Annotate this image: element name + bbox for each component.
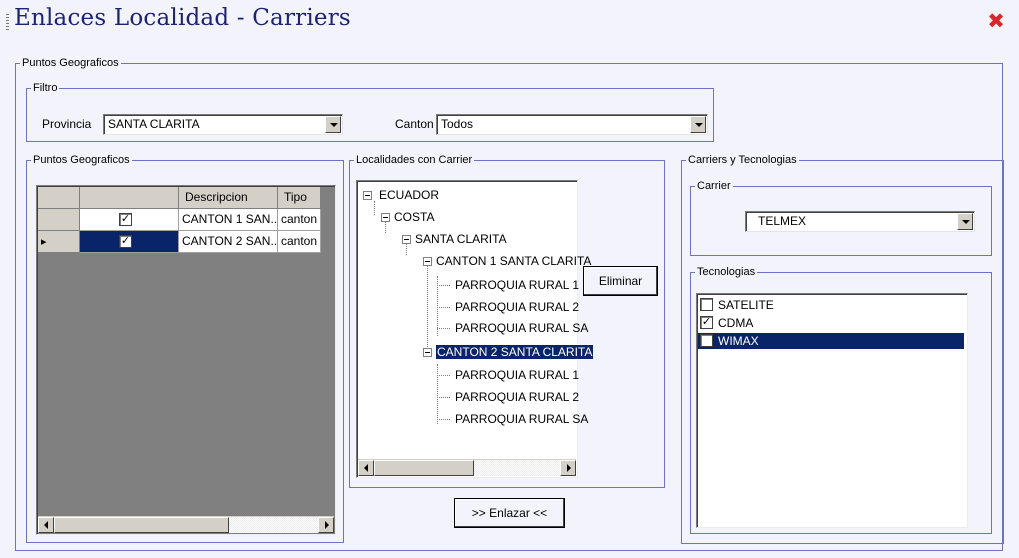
collapse-icon[interactable] xyxy=(381,213,390,222)
tech-name: WIMAX xyxy=(718,334,759,348)
collapse-icon[interactable] xyxy=(423,348,432,357)
row-check-cell[interactable]: ✓ xyxy=(80,209,179,231)
carriers-tech-legend: Carriers y Tecnologias xyxy=(688,154,797,166)
collapse-icon[interactable] xyxy=(363,191,372,200)
geo-points-grid[interactable]: Descripcion Tipo ✓ CANTON 1 SAN... canto… xyxy=(36,185,336,535)
chevron-down-icon[interactable] xyxy=(957,213,973,230)
tree-node-parroquia[interactable]: PARROQUIA RURAL 2 xyxy=(455,298,579,316)
tree-line xyxy=(427,263,428,349)
geo-points-outer-legend: Puntos Geograficos xyxy=(22,57,119,69)
eliminar-button[interactable]: Eliminar xyxy=(583,266,658,296)
provincia-label: Provincia xyxy=(42,117,92,131)
provincia-select-value: SANTA CLARITA xyxy=(108,117,200,131)
list-item[interactable]: ✓ WIMAX xyxy=(698,333,964,349)
row-descripcion[interactable]: CANTON 1 SAN... xyxy=(179,209,278,231)
provincia-select[interactable]: SANTA CLARITA xyxy=(103,114,343,135)
tech-name: CDMA xyxy=(718,316,754,330)
tree-node-canton-1[interactable]: CANTON 1 SANTA CLARITA xyxy=(436,252,591,270)
grid-header-tipo[interactable]: Tipo xyxy=(278,187,321,209)
tree-node-canton-2[interactable]: CANTON 2 SANTA CLARITA xyxy=(434,343,595,361)
collapse-icon[interactable] xyxy=(402,235,411,244)
list-item[interactable]: ✓ CDMA xyxy=(700,315,964,331)
tree-node-parroquia[interactable]: PARROQUIA RURAL 1 xyxy=(455,276,579,294)
scroll-right-icon[interactable] xyxy=(560,460,576,476)
carrier-select[interactable]: TELMEX xyxy=(745,211,975,232)
tech-checkbox[interactable]: ✓ xyxy=(700,334,713,347)
tech-checkbox[interactable]: ✓ xyxy=(700,316,713,329)
tree-node-parroquia[interactable]: PARROQUIA RURAL SA xyxy=(455,319,588,337)
scroll-left-icon[interactable] xyxy=(358,460,374,476)
scroll-thumb[interactable] xyxy=(374,460,474,476)
tree-line xyxy=(437,397,450,398)
technologies-list[interactable]: SATELITE ✓ CDMA ✓ WIMAX xyxy=(696,293,968,528)
tree-line xyxy=(437,328,450,329)
localities-tree[interactable]: ECUADOR COSTA SANTA CLARITA CANTON 1 SAN… xyxy=(356,180,595,478)
row-descripcion[interactable]: CANTON 2 SAN... xyxy=(179,231,278,253)
tree-node-santa-clarita[interactable]: SANTA CLARITA xyxy=(415,230,507,248)
tree-line xyxy=(437,375,450,376)
canton-select[interactable]: Todos xyxy=(436,114,708,135)
grip-handle-icon xyxy=(6,14,9,30)
tree-node-parroquia[interactable]: PARROQUIA RURAL 2 xyxy=(455,388,579,406)
window-title: Enlaces Localidad - Carriers xyxy=(14,5,351,31)
row-check-cell[interactable]: ✓ xyxy=(80,231,179,253)
grid-header-check[interactable] xyxy=(80,187,179,209)
grid-corner-header xyxy=(38,187,80,209)
row-tipo[interactable]: canton xyxy=(278,209,321,231)
tree-line xyxy=(437,285,450,286)
row-header[interactable] xyxy=(38,209,80,231)
carrier-legend: Carrier xyxy=(697,180,731,192)
chevron-down-icon[interactable] xyxy=(325,116,341,133)
geo-points-legend: Puntos Geograficos xyxy=(33,154,130,166)
close-icon[interactable]: ✖ xyxy=(985,11,1007,33)
row-checkbox[interactable]: ✓ xyxy=(119,235,132,248)
carrier-select-value: TELMEX xyxy=(758,214,807,228)
window-content: Puntos Geograficos Filtro Provincia SANT… xyxy=(0,42,1019,558)
tree-horizontal-scrollbar[interactable] xyxy=(358,459,576,476)
row-checkbox[interactable]: ✓ xyxy=(119,213,132,226)
tree-node-canton-2-label[interactable]: CANTON 2 SANTA CLARITA xyxy=(434,344,595,360)
list-item[interactable]: SATELITE xyxy=(700,297,964,313)
filter-legend: Filtro xyxy=(33,82,58,94)
grid-horizontal-scrollbar[interactable] xyxy=(38,516,334,533)
tree-node-ecuador[interactable]: ECUADOR xyxy=(379,186,439,204)
tree-node-parroquia[interactable]: PARROQUIA RURAL SA xyxy=(455,410,588,428)
chevron-down-icon[interactable] xyxy=(690,116,706,133)
scroll-right-icon[interactable] xyxy=(318,517,334,533)
tree-line xyxy=(374,201,375,215)
tree-line xyxy=(437,419,450,420)
tree-node-parroquia[interactable]: PARROQUIA RURAL 1 xyxy=(455,366,579,384)
scroll-left-icon[interactable] xyxy=(38,517,54,533)
tech-name: SATELITE xyxy=(718,298,774,312)
grid-header-descripcion[interactable]: Descripcion xyxy=(179,187,278,209)
localities-legend: Localidades con Carrier xyxy=(356,154,473,166)
row-header[interactable]: ▸ xyxy=(38,231,80,253)
canton-select-value: Todos xyxy=(441,117,474,131)
collapse-icon[interactable] xyxy=(423,257,432,266)
tech-checkbox[interactable] xyxy=(700,298,713,311)
enlazar-button[interactable]: >> Enlazar << xyxy=(454,498,565,528)
scroll-thumb[interactable] xyxy=(54,517,229,533)
canton-label: Canton xyxy=(395,117,434,131)
tree-line xyxy=(437,364,438,424)
technologies-legend: Tecnologias xyxy=(697,266,756,278)
row-pointer-icon: ▸ xyxy=(41,236,47,248)
title-bar: Enlaces Localidad - Carriers ✖ xyxy=(0,0,1019,42)
tree-node-costa[interactable]: COSTA xyxy=(394,208,434,226)
row-tipo[interactable]: canton xyxy=(278,231,321,253)
tree-line xyxy=(437,307,450,308)
